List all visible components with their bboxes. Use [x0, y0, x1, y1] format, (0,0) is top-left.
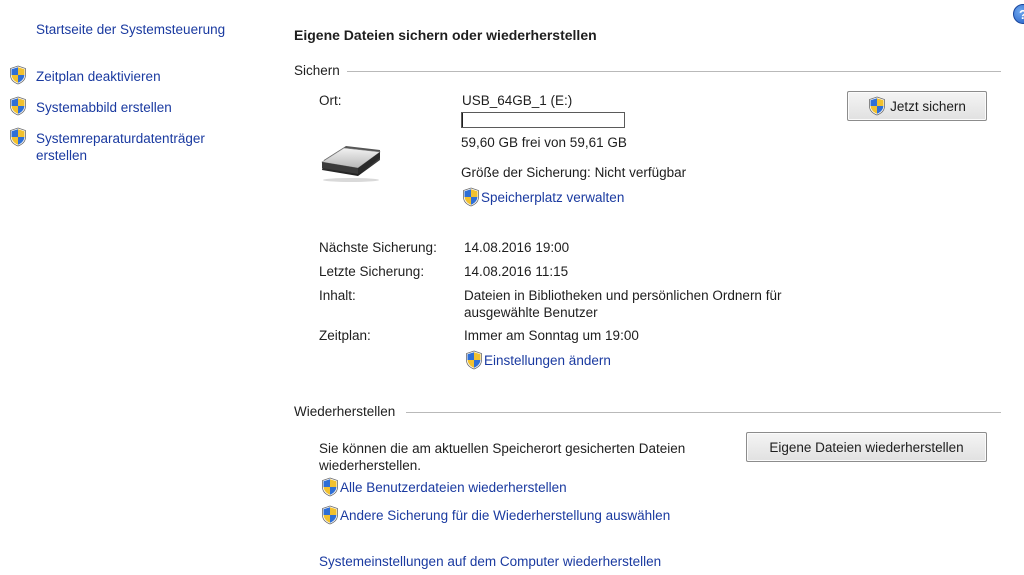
backup-group-label: Sichern	[294, 63, 340, 78]
uac-shield-icon	[9, 127, 27, 147]
next-backup-label: Nächste Sicherung:	[319, 240, 437, 255]
usb-drive-icon	[318, 140, 384, 182]
restore-group-divider	[406, 412, 1001, 413]
sidebar-item-label-line2[interactable]: erstellen	[36, 147, 87, 164]
location-label: Ort:	[319, 93, 342, 108]
restore-my-files-button-label: Eigene Dateien wiederherstellen	[769, 439, 964, 455]
next-backup-value: 14.08.2016 19:00	[464, 240, 570, 255]
control-panel-home-link[interactable]: Startseite der Systemsteuerung	[36, 22, 225, 37]
uac-shield-icon	[465, 350, 483, 370]
content-value-line1: Dateien in Bibliotheken und persönlichen…	[464, 288, 782, 303]
disk-usage-fill	[462, 113, 463, 127]
uac-shield-icon	[462, 187, 480, 207]
last-backup-label: Letzte Sicherung:	[319, 264, 425, 279]
backup-now-button-label: Jetzt sichern	[890, 98, 966, 114]
select-other-backup-link-label[interactable]: Andere Sicherung für die Wiederherstellu…	[340, 508, 670, 523]
uac-shield-icon	[9, 65, 27, 85]
uac-shield-icon	[321, 477, 339, 497]
schedule-value: Immer am Sonntag um 19:00	[464, 328, 639, 343]
content-value-line2: ausgewählte Benutzer	[464, 305, 598, 320]
help-icon[interactable]: ?	[1013, 4, 1024, 24]
restore-all-users-link-label[interactable]: Alle Benutzerdateien wiederherstellen	[340, 480, 567, 495]
sidebar-item-label[interactable]: Systemabbild erstellen	[36, 99, 172, 116]
uac-shield-icon	[868, 96, 886, 116]
uac-shield-icon	[321, 505, 339, 525]
backup-now-button[interactable]: Jetzt sichern	[847, 91, 987, 121]
free-space-text: 59,60 GB frei von 59,61 GB	[461, 135, 627, 150]
restore-description-line1: Sie können die am aktuellen Speicherort …	[319, 441, 686, 456]
restore-description-line2: wiederherstellen.	[319, 458, 422, 473]
sidebar-item-label-line1[interactable]: Systemreparaturdatenträger	[36, 130, 205, 147]
last-backup-value: 14.08.2016 11:15	[464, 264, 569, 279]
restore-group-label: Wiederherstellen	[294, 404, 396, 419]
disk-usage-bar	[461, 112, 625, 128]
backup-group-divider	[347, 71, 1001, 72]
backup-size-text: Größe der Sicherung: Nicht verfügbar	[461, 165, 687, 180]
sidebar-item-label[interactable]: Zeitplan deaktivieren	[36, 68, 161, 85]
location-value: USB_64GB_1 (E:)	[462, 93, 573, 108]
uac-shield-icon	[9, 96, 27, 116]
restore-my-files-button[interactable]: Eigene Dateien wiederherstellen	[746, 432, 987, 462]
restore-system-settings-link[interactable]: Systemeinstellungen auf dem Computer wie…	[319, 554, 661, 569]
change-settings-link-label[interactable]: Einstellungen ändern	[484, 353, 611, 368]
manage-space-link-label[interactable]: Speicherplatz verwalten	[481, 190, 624, 205]
schedule-label: Zeitplan:	[319, 328, 371, 343]
content-label: Inhalt:	[319, 288, 356, 303]
page-title: Eigene Dateien sichern oder wiederherste…	[294, 27, 597, 43]
